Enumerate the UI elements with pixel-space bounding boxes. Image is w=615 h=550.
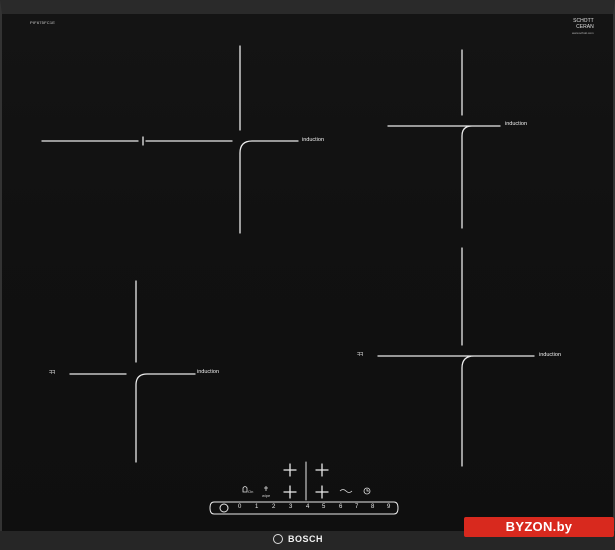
childlock-icon: [242, 486, 248, 493]
scale-2[interactable]: 2: [272, 504, 275, 510]
zone-label-rear-right: induction: [505, 121, 528, 127]
zone-markings: [41, 45, 535, 515]
zone-label-rear-left: induction: [302, 137, 325, 143]
scale-7[interactable]: 7: [355, 504, 358, 510]
scale-5[interactable]: 5: [322, 504, 325, 510]
plus-right-bottom: [315, 485, 329, 499]
scale-9[interactable]: 9: [387, 504, 390, 510]
schott-line3: www.schott.com: [572, 31, 594, 35]
wipe-icon: [264, 486, 268, 491]
bosch-logo-icon: [273, 534, 283, 544]
front-right-zone-marker: [377, 247, 535, 467]
scale-1[interactable]: 1: [255, 504, 258, 510]
rear-left-zone-marker: [41, 45, 299, 234]
front-left-zone-marker: [69, 280, 196, 463]
scale-0[interactable]: 0: [238, 504, 241, 510]
wipe-label[interactable]: wipe: [262, 493, 270, 498]
rear-right-zone-marker: [387, 49, 501, 229]
model-code: PIF675FC1E: [30, 20, 56, 25]
scale-8[interactable]: 8: [371, 504, 374, 510]
brand-logo: BOSCH: [288, 534, 324, 544]
scale-4[interactable]: 4: [306, 504, 309, 510]
flexzone-mark-right: ᖷᖷ: [357, 352, 363, 358]
scale-3[interactable]: 3: [289, 504, 292, 510]
main-switch-ring: [219, 503, 229, 513]
flexzone-mark-left: ᖷᖷ: [49, 370, 55, 376]
watermark-banner: BYZON.by: [464, 517, 614, 537]
childlock-label[interactable]: On: [248, 489, 253, 494]
zone-label-front-right: induction: [539, 352, 562, 358]
scale-6[interactable]: 6: [339, 504, 342, 510]
schott-ceran-logo: SCHOTT CERAN www.schott.com: [572, 18, 594, 36]
plus-left-bottom: [283, 485, 297, 499]
plus-right-top: [315, 463, 329, 477]
boost-sign-icon: [339, 489, 353, 493]
plus-left-top: [283, 463, 297, 477]
zone-label-front-left: induction: [197, 369, 220, 375]
